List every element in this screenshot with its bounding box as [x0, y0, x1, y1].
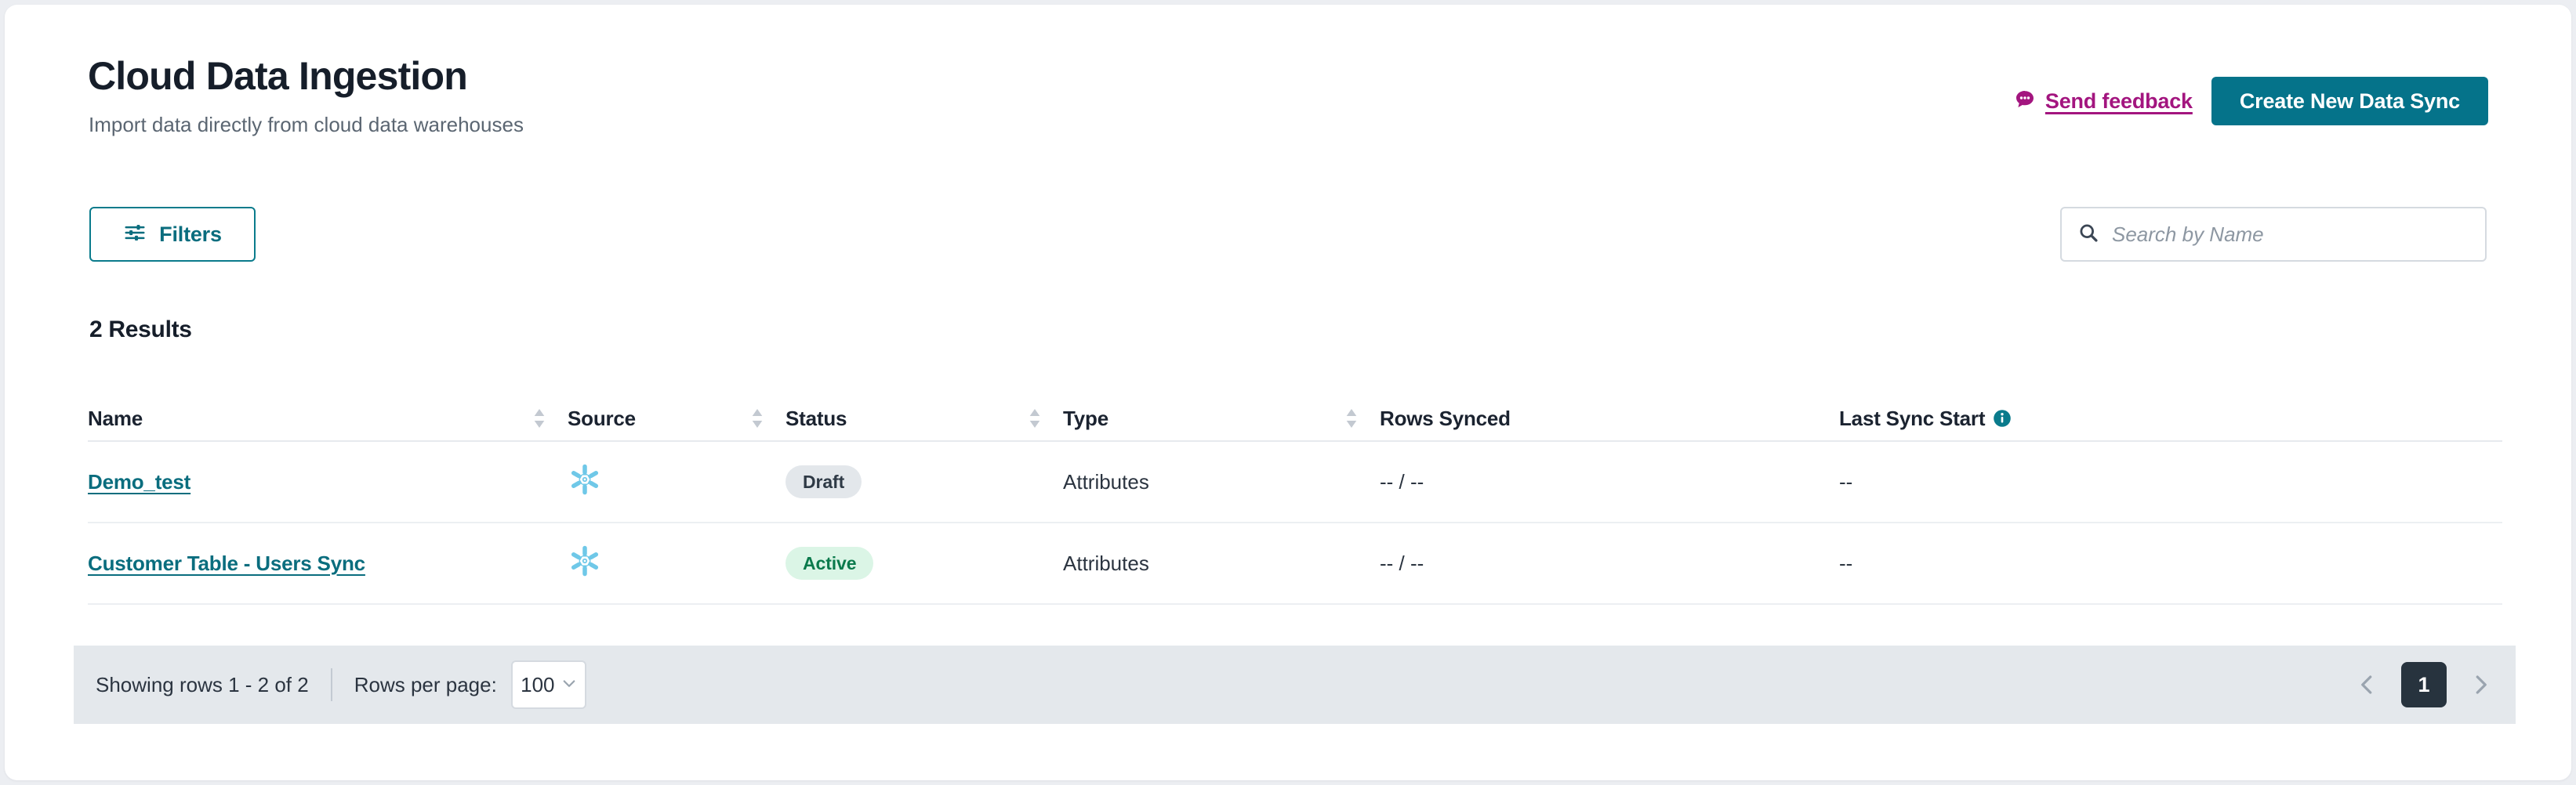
page-subtitle: Import data directly from cloud data war… — [89, 113, 524, 136]
filters-button[interactable]: Filters — [89, 207, 256, 262]
page-header: Cloud Data Ingestion Import data directl… — [5, 5, 2571, 154]
table-row[interactable]: Customer Table - Users Sync Active Attri… — [88, 523, 2502, 605]
table-row[interactable]: Demo_test Draft Attributes -- / -- -- — [88, 442, 2502, 523]
cell-status: Active — [785, 547, 1063, 580]
info-icon[interactable] — [1993, 409, 2012, 428]
cell-source — [568, 462, 785, 502]
rows-per-page-select[interactable]: 100 — [510, 660, 586, 709]
cell-last-sync-start: -- — [1839, 469, 1853, 494]
previous-page-button[interactable] — [2349, 667, 2386, 703]
cell-last-sync-start: -- — [1839, 551, 1853, 575]
column-label-status: Status — [785, 406, 847, 430]
snowflake-icon — [568, 544, 602, 584]
cell-name: Customer Table - Users Sync — [88, 552, 568, 576]
footer-divider — [330, 668, 332, 701]
cell-rows-synced: -- / -- — [1380, 469, 1424, 494]
cell-rows-synced: -- / -- — [1380, 551, 1424, 575]
results-count: 2 Results — [89, 317, 192, 342]
sort-icon-status[interactable] — [1027, 407, 1063, 430]
rows-per-page-label: Rows per page: — [354, 672, 497, 696]
filters-label: Filters — [159, 222, 222, 246]
column-label-rows-synced: Rows Synced — [1380, 406, 1511, 430]
pagination: 1 — [2349, 662, 2498, 707]
page-title: Cloud Data Ingestion — [88, 54, 468, 98]
snowflake-icon — [568, 462, 602, 502]
search-input[interactable] — [2112, 222, 2469, 247]
chevron-down-icon — [561, 675, 577, 695]
column-label-source: Source — [568, 406, 636, 430]
cell-type: Attributes — [1063, 551, 1149, 575]
sort-icon-type[interactable] — [1344, 407, 1380, 430]
rows-per-page-value: 100 — [521, 672, 555, 696]
column-header-status[interactable]: Status — [785, 407, 1063, 431]
data-sync-link[interactable]: Customer Table - Users Sync — [88, 552, 365, 576]
send-feedback-label: Send feedback — [2044, 89, 2193, 113]
search-box[interactable] — [2060, 207, 2487, 262]
column-label-last-sync-start: Last Sync Start — [1839, 406, 1986, 430]
showing-rows-text: Showing rows 1 - 2 of 2 — [96, 672, 309, 696]
table-footer: Showing rows 1 - 2 of 2 Rows per page: 1… — [74, 646, 2516, 724]
column-header-rows-synced: Rows Synced — [1380, 407, 1839, 431]
data-sync-table: Name Source Status Type Rows Synced Last… — [88, 396, 2502, 605]
status-badge: Draft — [785, 465, 862, 498]
column-header-last-sync-start: Last Sync Start — [1839, 407, 2502, 431]
cell-name: Demo_test — [88, 470, 568, 494]
sort-icon-name[interactable] — [532, 407, 568, 430]
column-header-name[interactable]: Name — [88, 407, 568, 431]
sort-icon-source[interactable] — [749, 407, 785, 430]
cell-source — [568, 544, 785, 584]
table-header-row: Name Source Status Type Rows Synced Last… — [88, 396, 2502, 442]
search-icon — [2077, 222, 2099, 248]
page-number-button[interactable]: 1 — [2401, 662, 2447, 707]
column-label-type: Type — [1063, 406, 1108, 430]
status-badge: Active — [785, 547, 874, 580]
page-card: Cloud Data Ingestion Import data directl… — [5, 5, 2571, 780]
send-feedback-link[interactable]: Send feedback — [2012, 87, 2193, 116]
chat-bubble-icon — [2012, 87, 2037, 116]
header-actions: Send feedback Create New Data Sync — [2012, 77, 2488, 125]
data-sync-link[interactable]: Demo_test — [88, 470, 190, 494]
column-header-type[interactable]: Type — [1063, 407, 1380, 431]
cell-status: Draft — [785, 465, 1063, 498]
controls-row: Filters — [5, 207, 2571, 262]
cell-type: Attributes — [1063, 469, 1149, 494]
column-header-source[interactable]: Source — [568, 407, 785, 431]
filters-icon — [123, 221, 147, 248]
create-new-data-sync-button[interactable]: Create New Data Sync — [2211, 77, 2488, 125]
next-page-button[interactable] — [2462, 667, 2498, 703]
column-label-name: Name — [88, 406, 143, 430]
